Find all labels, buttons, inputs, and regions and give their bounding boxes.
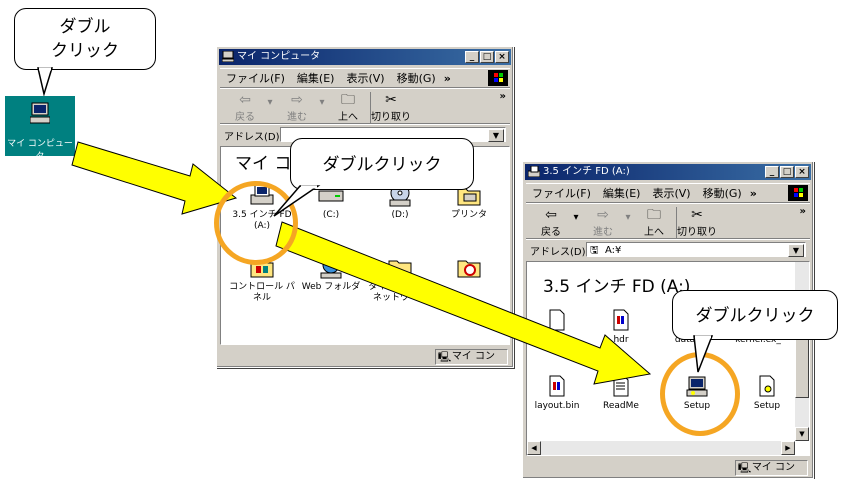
arrow-desktop-to-window: [71, 141, 238, 215]
callout-double-click-setup: ダブルクリック: [672, 290, 838, 340]
arrow-floppy-to-window: [275, 221, 652, 385]
callout-tail-1: [37, 67, 54, 96]
callout-tail-2: [273, 185, 321, 217]
callout-tail-3: [693, 335, 714, 373]
callout-double-click-desktop: ダブル クリック: [14, 8, 156, 70]
callout-double-click-floppy: ダブルクリック: [290, 138, 474, 190]
